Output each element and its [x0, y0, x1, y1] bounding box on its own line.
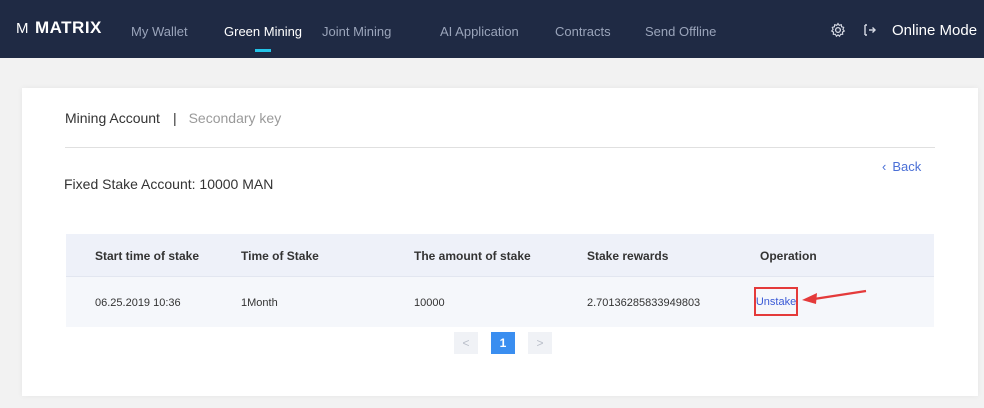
header-amount: The amount of stake [414, 249, 531, 263]
header-time-of-stake: Time of Stake [241, 249, 319, 263]
logout-icon[interactable] [862, 22, 878, 38]
top-nav: M MATRIX My Wallet Green Mining Joint Mi… [0, 0, 984, 58]
stake-table: Start time of stake Time of Stake The am… [66, 234, 934, 327]
fixed-stake-account-label: Fixed Stake Account: 10000 MAN [64, 176, 274, 192]
nav-item-joint-mining[interactable]: Joint Mining [322, 24, 391, 39]
mining-account-card: Mining Account | Secondary key ‹ Back Fix… [22, 88, 978, 396]
next-page-button[interactable]: > [528, 332, 552, 354]
tab-secondary-key[interactable]: Secondary key [189, 110, 282, 126]
nav-item-green-mining[interactable]: Green Mining [224, 24, 302, 39]
logo[interactable]: M MATRIX [16, 18, 102, 38]
table-header: Start time of stake Time of Stake The am… [66, 234, 934, 277]
header-start-time: Start time of stake [95, 249, 200, 263]
online-mode-label[interactable]: Online Mode [892, 22, 977, 39]
cell-rewards: 2.70136285833949803 [587, 297, 701, 309]
cell-amount: 10000 [414, 297, 445, 309]
page-1-button[interactable]: 1 [491, 332, 515, 354]
nav-item-contracts[interactable]: Contracts [555, 24, 611, 39]
logo-text: MATRIX [35, 18, 102, 37]
cell-time-of-stake: 1Month [241, 297, 278, 309]
nav-item-my-wallet[interactable]: My Wallet [131, 24, 188, 39]
unstake-highlight-box: Unstake [754, 287, 798, 316]
matrix-logo-icon: M [16, 19, 29, 37]
header-rewards: Stake rewards [587, 249, 669, 263]
active-nav-indicator [255, 49, 271, 52]
divider [65, 147, 935, 148]
nav-item-ai-application[interactable]: AI Application [440, 24, 519, 39]
cell-start-time: 06.25.2019 10:36 [95, 297, 181, 309]
back-button[interactable]: ‹ Back [882, 159, 921, 174]
chevron-left-icon: ‹ [882, 159, 887, 174]
tab-separator: | [172, 110, 177, 126]
annotation-arrow-icon [802, 289, 867, 304]
tab-mining-account[interactable]: Mining Account [65, 110, 160, 126]
prev-page-button[interactable]: < [454, 332, 478, 354]
nav-item-send-offline[interactable]: Send Offline [645, 24, 716, 39]
gear-icon[interactable] [830, 22, 846, 38]
header-operation: Operation [760, 249, 817, 263]
table-row: 06.25.2019 10:36 1Month 10000 2.70136285… [66, 277, 934, 327]
back-label: Back [892, 159, 922, 174]
unstake-button[interactable]: Unstake [756, 296, 796, 308]
pagination: < 1 > [454, 332, 552, 354]
account-tabs: Mining Account | Secondary key [65, 110, 281, 126]
